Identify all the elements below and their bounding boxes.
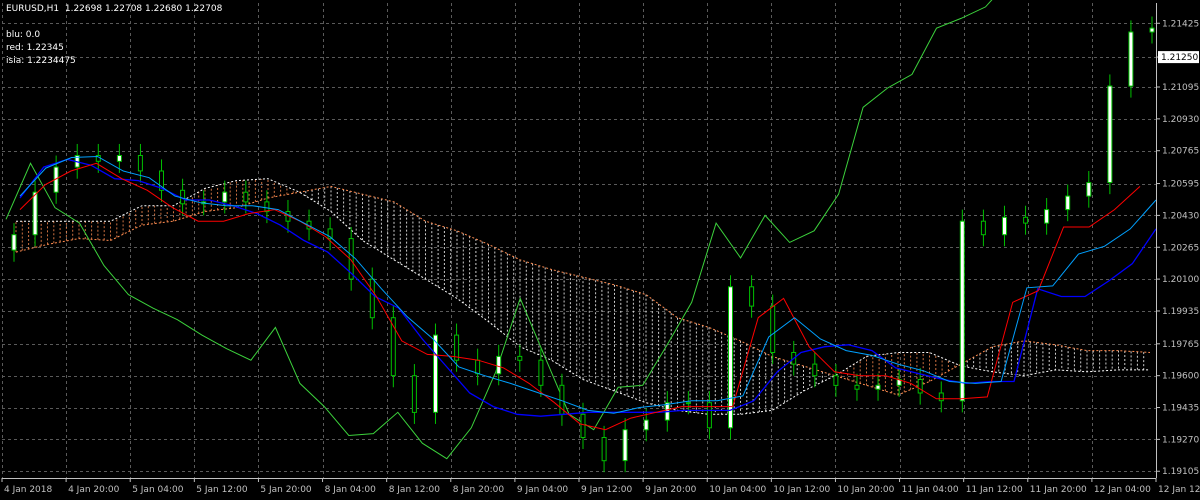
chart-window[interactable]: 1.21425 1.21250 1.21095 1.20930 1.20765 1.205… <box>0 0 1200 500</box>
time-tick-label: 8 Jan 12:00 <box>389 485 441 495</box>
price-tick-label: 1.20265 <box>1162 243 1199 253</box>
candle-body <box>959 220 965 402</box>
time-tick-label: 10 Jan 04:00 <box>709 485 766 495</box>
price-tick-label: 1.19935 <box>1162 307 1199 317</box>
indicator-blu: blu: 0.0 <box>6 30 41 40</box>
price-chart[interactable]: 1.21425 1.21250 1.21095 1.20930 1.20765 1.205… <box>0 0 1200 500</box>
candle-body <box>1128 31 1134 87</box>
candle-body <box>749 286 755 307</box>
candle-body <box>1044 209 1050 224</box>
candle-body <box>1023 216 1029 224</box>
candle-body <box>180 189 186 205</box>
candle-body <box>32 191 38 236</box>
candle-body <box>1107 85 1113 183</box>
candle-body <box>369 278 375 319</box>
candle-body <box>770 305 776 354</box>
time-tick-label: 10 Jan 12:00 <box>773 485 830 495</box>
candle-body <box>812 363 818 377</box>
time-tick-label: 8 Jan 20:00 <box>453 485 505 495</box>
candle-body <box>1086 182 1092 197</box>
candle-body <box>517 355 523 361</box>
signal-line <box>19 155 1157 414</box>
time-tick-label: 9 Jan 12:00 <box>581 485 633 495</box>
candle-body <box>1065 195 1071 211</box>
time-tick-label: 11 Jan 12:00 <box>966 485 1023 495</box>
candle-body <box>11 234 17 251</box>
price-tick-label: 1.20765 <box>1162 147 1199 157</box>
price-tick-label: 1.21425 <box>1162 19 1199 29</box>
candle-body <box>938 392 944 402</box>
candle-body <box>854 384 860 390</box>
time-tick-label: 5 Jan 04:00 <box>132 485 184 495</box>
candle-body <box>116 155 122 162</box>
time-tick-label: 11 Jan 04:00 <box>902 485 959 495</box>
price-tick-label: 1.19435 <box>1162 404 1199 414</box>
time-tick-label: 9 Jan 20:00 <box>645 485 697 495</box>
candle-body <box>496 355 502 375</box>
time-tick-label: 12 Jan 04:00 <box>1094 485 1151 495</box>
price-tick-label: 1.20930 <box>1162 115 1199 125</box>
chikou-span-line <box>5 0 993 460</box>
symbol-label: EURUSD,H1 <box>6 4 60 14</box>
kijun-sen-line <box>19 158 1157 417</box>
candle-body <box>411 375 417 413</box>
candle-body <box>580 413 586 438</box>
indicator-red: red: 1.22345 <box>6 43 64 53</box>
senkou-span-b-line <box>16 178 1150 415</box>
indicator-isia: isia: 1.2234475 <box>6 56 76 66</box>
current-price-label: 1.21250 <box>1161 53 1198 63</box>
candle-body <box>875 384 881 390</box>
time-tick-label: 5 Jan 20:00 <box>260 485 312 495</box>
price-tick-label: 1.19270 <box>1162 435 1199 445</box>
price-tick-label: 1.19105 <box>1162 467 1199 477</box>
symbol-header: EURUSD,H1 1.22698 1.22708 1.22680 1.2270… <box>6 4 222 14</box>
time-tick-label: 10 Jan 20:00 <box>837 485 894 495</box>
time-tick-label: 4 Jan 2018 <box>4 485 52 495</box>
time-tick-label: 8 Jan 04:00 <box>325 485 377 495</box>
ohlc-label: 1.22698 1.22708 1.22680 1.22708 <box>64 4 223 14</box>
candle-body <box>433 334 438 413</box>
candle-body <box>1002 216 1007 236</box>
time-tick-label: 5 Jan 12:00 <box>196 485 248 495</box>
candle-body <box>980 220 986 236</box>
candle-body <box>222 191 228 203</box>
candle-body <box>475 359 481 375</box>
candle-body <box>243 191 249 203</box>
candle-body <box>833 375 839 386</box>
candle-body <box>601 437 607 462</box>
price-tick-label: 1.19765 <box>1162 340 1199 350</box>
time-tick-label: 9 Jan 04:00 <box>517 485 569 495</box>
time-tick-label: 11 Jan 20:00 <box>1030 485 1087 495</box>
candle-body <box>685 402 691 405</box>
candle-body <box>643 419 649 431</box>
candle-body <box>622 429 628 462</box>
candle-body <box>1149 27 1155 33</box>
candle-body <box>538 359 544 386</box>
price-tick-label: 1.21095 <box>1162 83 1199 93</box>
price-tick-label: 1.20595 <box>1162 180 1199 190</box>
price-tick-label: 1.20430 <box>1162 211 1199 221</box>
time-tick-label: 12 Jan 12:00 <box>1158 485 1200 495</box>
candle-body <box>137 155 143 172</box>
price-tick-label: 1.19600 <box>1162 372 1199 382</box>
price-tick-label: 1.20100 <box>1162 275 1199 285</box>
time-tick-label: 4 Jan 20:00 <box>68 485 120 495</box>
candle-body <box>917 379 923 394</box>
